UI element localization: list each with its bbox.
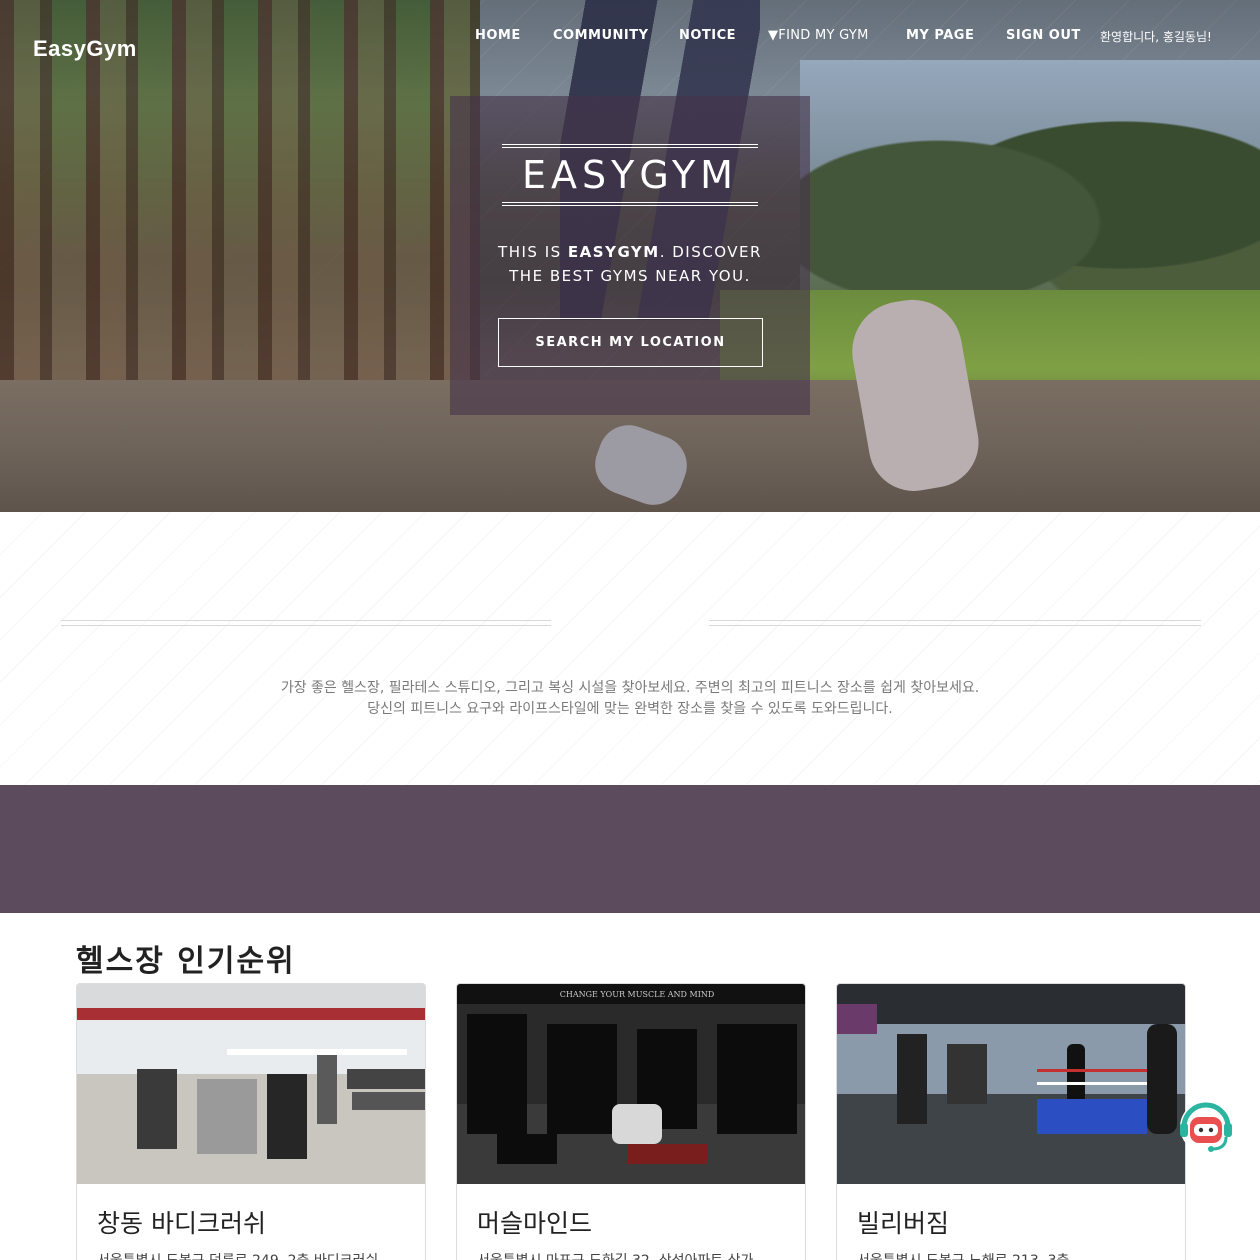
hero-subtitle-line2: THE BEST GYMS NEAR YOU. (509, 267, 751, 285)
hero-banner-box: EASYGYM THIS IS EASYGYM. DISCOVER THE BE… (450, 96, 810, 415)
divider-left (61, 620, 551, 626)
gym-card-image (837, 984, 1185, 1184)
gym-card-image (77, 984, 425, 1184)
gym-card-name: 빌리버짐 (857, 1209, 950, 1238)
intro-line-2: 당신의 피트니스 요구와 라이프스타일에 맞는 완벽한 장소를 찾을 수 있도록… (367, 701, 893, 717)
nav-community[interactable]: COMMUNITY (553, 28, 649, 43)
hero-subtitle: THIS IS EASYGYM. DISCOVER THE BEST GYMS … (450, 240, 810, 288)
nav-home[interactable]: HOME (475, 28, 521, 43)
hero-background-trees-left (0, 0, 480, 430)
gym-card-sign: CHANGE YOUR MUSCLE AND MIND (559, 990, 715, 999)
robot-headset-icon (1180, 1101, 1232, 1153)
welcome-message: 환영합니다, 홍길동님! (1100, 30, 1212, 44)
gym-card-image: CHANGE YOUR MUSCLE AND MIND (457, 984, 805, 1184)
nav-notice[interactable]: NOTICE (679, 28, 736, 43)
gym-card[interactable]: 창동 바디크러쉬 서울특별시 도봉구 덕릉로 249, 2층 바디크러쉬 (76, 983, 426, 1260)
gym-card[interactable]: 빌리버짐 서울특별시 도봉구 노해로 213, 3층 (836, 983, 1186, 1260)
nav-sign-out[interactable]: SIGN OUT (1006, 28, 1081, 43)
intro-section: 가장 좋은 헬스장, 필라테스 스튜디오, 그리고 복싱 시설을 찾아보세요. … (0, 512, 1260, 785)
hero-section: EasyGym HOME COMMUNITY NOTICE ▼FIND MY G… (0, 0, 1260, 512)
hero-subtitle-post: . DISCOVER (659, 243, 762, 261)
gym-card[interactable]: CHANGE YOUR MUSCLE AND MIND 머슬마인드 서울특별시 … (456, 983, 806, 1260)
hero-subtitle-brand: EASYGYM (567, 243, 660, 261)
hero-title-frame: EASYGYM (502, 144, 758, 206)
intro-text: 가장 좋은 헬스장, 필라테스 스튜디오, 그리고 복싱 시설을 찾아보세요. … (0, 678, 1260, 720)
gym-card-name: 창동 바디크러쉬 (97, 1209, 266, 1238)
intro-line-1: 가장 좋은 헬스장, 필라테스 스튜디오, 그리고 복싱 시설을 찾아보세요. … (280, 680, 980, 696)
chatbot-button[interactable] (1176, 1097, 1236, 1157)
hero-subtitle-pre: THIS IS (498, 243, 568, 261)
gym-card-address: 서울특별시 마포구 도화길 32, 삼성아파트 상가 (477, 1250, 753, 1260)
purple-band (0, 785, 1260, 913)
hero-title: EASYGYM (522, 153, 738, 197)
gym-card-address: 서울특별시 도봉구 덕릉로 249, 2층 바디크러쉬 (97, 1250, 378, 1260)
nav-my-page[interactable]: MY PAGE (906, 28, 974, 43)
divider-right (709, 620, 1201, 626)
ranking-title: 헬스장 인기순위 (76, 944, 296, 979)
nav-find-my-gym-dropdown[interactable]: ▼FIND MY GYM (768, 28, 869, 43)
gym-card-name: 머슬마인드 (477, 1209, 593, 1238)
gym-card-address: 서울특별시 도봉구 노해로 213, 3층 (857, 1250, 1069, 1260)
site-logo[interactable]: EasyGym (33, 36, 137, 62)
search-my-location-button[interactable]: SEARCH MY LOCATION (498, 318, 763, 367)
